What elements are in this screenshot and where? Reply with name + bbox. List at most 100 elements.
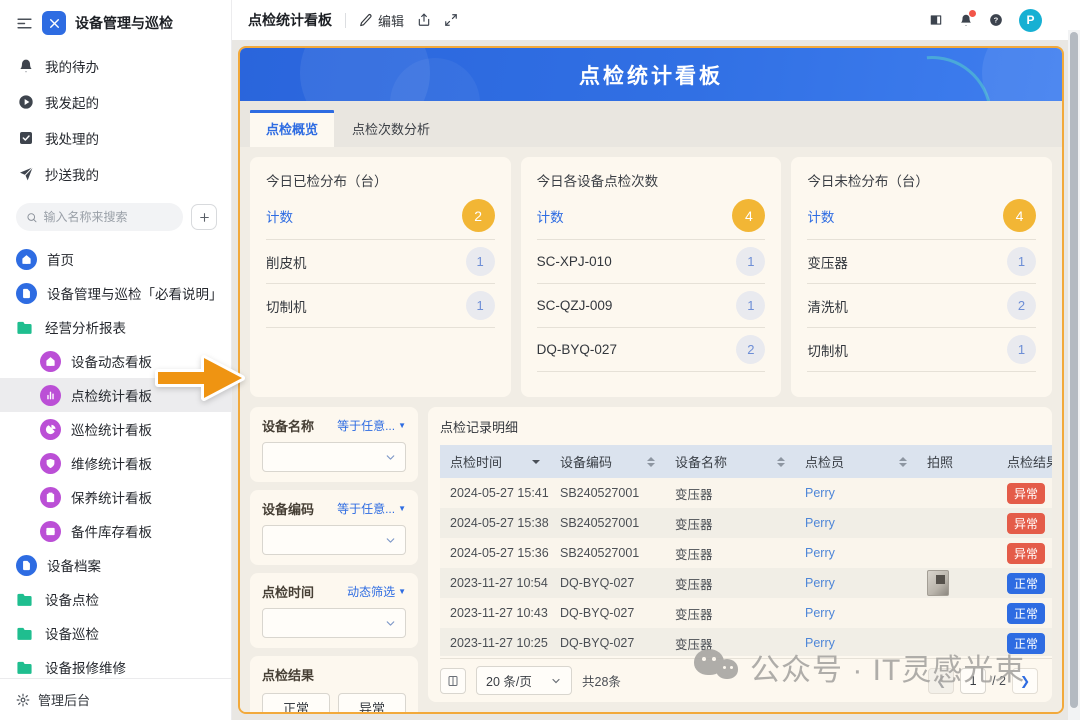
column-header-1[interactable]: 设备编码 [550,445,665,478]
table-row[interactable]: 2024-05-27 15:41SB240527001变压器Perry异常 [440,478,1052,508]
cell-photo [917,568,997,598]
sidebar-item-12[interactable]: 设备报修维修 [0,650,231,678]
document-icon [16,555,37,576]
table-row[interactable]: 2023-11-27 10:25DQ-BYQ-027变压器Perry正常 [440,628,1052,656]
tab-1[interactable]: 点检次数分析 [336,111,446,147]
collapse-sidebar-icon[interactable] [16,15,33,32]
search-input[interactable] [43,210,173,224]
sidebar-item-3[interactable]: 设备动态看板 [0,344,231,378]
stat-row: DQ-BYQ-027 2 [537,328,766,372]
add-button[interactable] [191,204,217,230]
table-row[interactable]: 2023-11-27 10:54DQ-BYQ-027变压器Perry正常 [440,568,1052,598]
cell-name: 变压器 [665,508,795,538]
prev-page-button[interactable]: ❮ [928,668,954,694]
filter-operator-dropdown[interactable]: 等于任意...▼ [337,417,406,434]
total-count-label: 共28条 [582,671,621,690]
table-row[interactable]: 2024-05-27 15:38SB240527001变压器Perry异常 [440,508,1052,538]
edit-button[interactable]: 编辑 [359,11,404,30]
column-header-label: 设备编码 [560,452,612,471]
result-option-0[interactable]: 正常 [262,693,330,714]
stat-card-0: 今日已检分布（台） 计数 2 削皮机 1 切制机 1 [250,157,511,397]
sidebar-item-11[interactable]: 设备巡检 [0,616,231,650]
sidebar-item-1[interactable]: 设备管理与巡检「必看说明」 [0,276,231,310]
table-columns-icon [447,675,459,687]
column-header-label: 点检员 [805,452,844,471]
status-badge: 异常 [1007,483,1045,504]
stat-row-label: 清洗机 [807,296,848,316]
filter-value-select[interactable] [262,442,406,472]
sort-icon[interactable] [641,457,655,467]
page-scrollbar[interactable] [1068,30,1080,720]
admin-backend-link[interactable]: 管理后台 [0,678,231,720]
sidebar-item-label: 保养统计看板 [71,487,152,507]
column-settings-button[interactable] [440,668,466,694]
sidebar-nav: 首页设备管理与巡检「必看说明」经营分析报表设备动态看板点检统计看板巡检统计看板维… [0,240,231,678]
notifications-button[interactable] [959,13,973,27]
page-size-select[interactable]: 20 条/页 [476,666,572,695]
filter-operator-dropdown[interactable]: 动态筛选▼ [347,583,406,600]
sidebar-item-label: 设备报修维修 [45,657,126,677]
table-header-row: 点检时间设备编码设备名称点检员拍照点检结果 [440,445,1052,478]
sort-icon[interactable] [771,457,785,467]
cell-inspector-link[interactable]: Perry [795,538,917,568]
filter-value-select[interactable] [262,525,406,555]
sidebar: 设备管理与巡检 我的待办我发起的我处理的抄送我的 首页设备管理与巡检「必看说明」… [0,0,232,720]
help-button[interactable]: ? [989,13,1003,27]
sidebar-item-label: 备件库存看板 [71,521,152,541]
share-button[interactable] [417,13,431,27]
sidebar-item-8[interactable]: 备件库存看板 [0,514,231,548]
sidebar-item-6[interactable]: 维修统计看板 [0,446,231,480]
stat-row-label: 切制机 [266,296,307,316]
cell-inspector-link[interactable]: Perry [795,628,917,656]
search-box[interactable] [16,203,183,231]
cell-inspector-link[interactable]: Perry [795,478,917,508]
next-page-button[interactable]: ❯ [1012,668,1038,694]
side-panel-toggle-button[interactable] [929,13,943,27]
fullscreen-button[interactable] [444,13,458,27]
sidebar-item-7[interactable]: 保养统计看板 [0,480,231,514]
sidebar-item-5[interactable]: 巡检统计看板 [0,412,231,446]
table-row[interactable]: 2024-05-27 15:36SB240527001变压器Perry异常 [440,538,1052,568]
banner-decoration [982,48,1062,101]
photo-thumbnail[interactable] [927,570,949,596]
filter-value-select[interactable] [262,608,406,638]
sidebar-header: 设备管理与巡检 [0,0,231,44]
cell-inspector-link[interactable]: Perry [795,568,917,598]
current-page-button[interactable]: 1 [960,668,986,694]
quick-item-label: 我处理的 [45,128,99,148]
sidebar-item-9[interactable]: 设备档案 [0,548,231,582]
column-header-2[interactable]: 设备名称 [665,445,795,478]
home-icon [16,249,37,270]
table-scroll-area[interactable]: 点检时间设备编码设备名称点检员拍照点检结果 2024-05-27 15:41SB… [440,445,1052,656]
cell-name: 变压器 [665,538,795,568]
stat-row-label: SC-XPJ-010 [537,254,612,269]
sidebar-item-0[interactable]: 首页 [0,242,231,276]
sidebar-item-label: 设备动态看板 [71,351,152,371]
user-avatar[interactable]: P [1019,9,1042,32]
cell-inspector-link[interactable]: Perry [795,598,917,628]
cell-photo [917,508,997,538]
quick-item-2[interactable]: 我处理的 [0,120,231,156]
sidebar-item-4[interactable]: 点检统计看板 [0,378,231,412]
cell-inspector-link[interactable]: Perry [795,508,917,538]
column-header-0[interactable]: 点检时间 [440,445,550,478]
stat-row-badge: 2 [1007,291,1036,320]
table-row[interactable]: 2023-11-27 10:43DQ-BYQ-027变压器Perry正常 [440,598,1052,628]
sort-desc-icon[interactable] [526,460,540,464]
tab-0[interactable]: 点检概览 [250,110,334,147]
stat-total-label: 计数 [807,206,834,226]
column-header-3[interactable]: 点检员 [795,445,917,478]
inbox-icon [40,521,61,542]
sort-icon[interactable] [893,457,907,467]
quick-item-0[interactable]: 我的待办 [0,48,231,84]
folder-icon [16,624,35,643]
sidebar-item-2[interactable]: 经营分析报表 [0,310,231,344]
cell-time: 2023-11-27 10:43 [440,598,550,628]
filter-operator-dropdown[interactable]: 等于任意...▼ [337,500,406,517]
document-icon [16,283,37,304]
sidebar-item-10[interactable]: 设备点检 [0,582,231,616]
quick-item-1[interactable]: 我发起的 [0,84,231,120]
result-option-1[interactable]: 异常 [338,693,406,714]
quick-item-3[interactable]: 抄送我的 [0,156,231,192]
scrollbar-thumb[interactable] [1070,32,1078,708]
